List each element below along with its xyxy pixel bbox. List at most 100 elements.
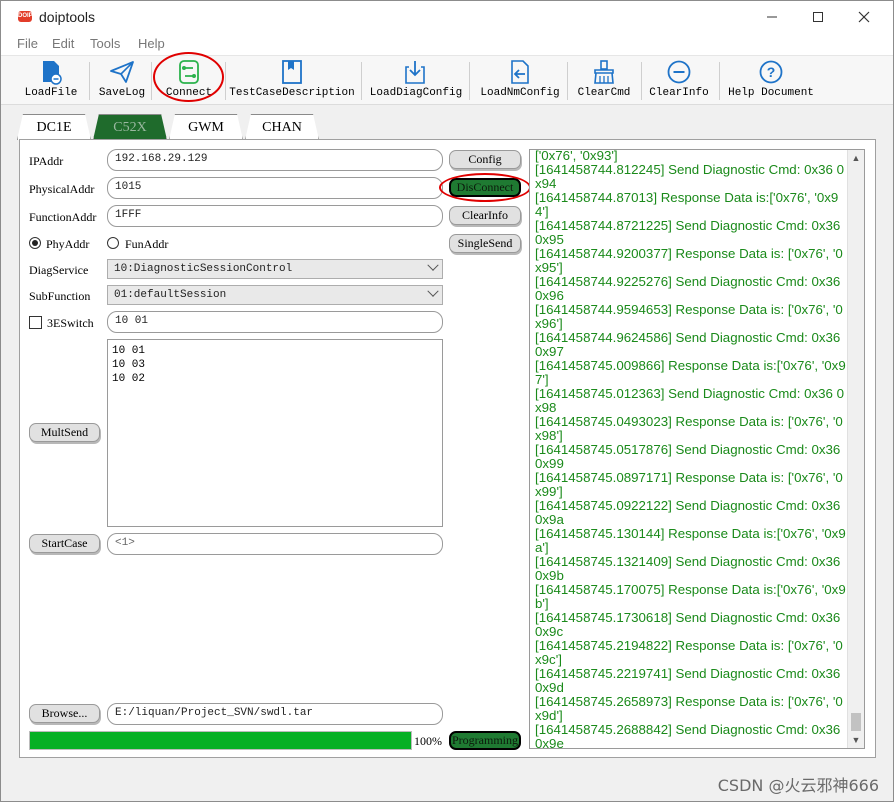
log-text: ['0x76', '0x93'] [1641458744.812245] Send… [535,149,847,748]
toolbar-load-nm-config-button[interactable]: LoadNmConfig [479,59,561,103]
scroll-down-icon[interactable]: ▼ [848,732,864,748]
progress-fill [30,732,411,749]
phyaddr-radio-label: PhyAddr [46,237,90,251]
menu-tools[interactable]: Tools [90,36,120,51]
toolbar-clearinfo-label: ClearInfo [649,87,709,99]
load-file-icon [38,59,64,85]
log-line: [1641458745.2658973] Response Data is: [… [535,694,843,723]
browse-path-field[interactable]: E:/liquan/Project_SVN/swdl.tar [107,703,443,725]
title-bar: DOIP doiptools [1,1,893,33]
physical-addr-label: PhysicalAddr [29,182,95,196]
minus-circle-icon [666,59,692,85]
app-window: DOIP doiptools File Edit Tools Help Load… [0,0,894,802]
watermark-text: CSDN @火云邪神666 [717,776,879,795]
toolbar-connect-button[interactable]: Connect [163,59,215,103]
load-diag-config-icon [403,59,429,85]
toolbar-clearcmd-button[interactable]: ClearCmd [576,59,632,103]
toolbar-testcase-description-button[interactable]: TestCaseDescription [229,59,355,103]
phyaddr-radio[interactable] [29,237,41,249]
tab-dc1e[interactable]: DC1E [17,114,91,140]
3eswitch-field[interactable]: 10 01 [107,311,443,333]
chevron-down-icon [427,285,439,297]
toolbar-loadfile-button[interactable]: LoadFile [25,59,77,103]
disconnect-button[interactable]: DisConnect [449,178,521,197]
close-icon [858,11,870,22]
single-send-button[interactable]: SingleSend [449,234,521,253]
broom-icon [591,59,617,85]
log-line: [1641458745.0922122] Send Diagnostic Cmd… [535,498,841,527]
toolbar-help-document-button[interactable]: ? Help Document [728,59,814,103]
toolbar-testcase-description-label: TestCaseDescription [229,87,355,99]
multi-command-textarea[interactable]: 10 01 10 03 10 02 [107,339,443,527]
connect-icon [176,59,202,85]
multi-command-line: 10 03 [112,359,146,371]
log-line: [1641458745.1730618] Send Diagnostic Cmd… [535,610,841,639]
maximize-icon [813,11,823,22]
log-scrollbar[interactable]: ▲ ▼ [847,150,864,748]
start-case-button[interactable]: StartCase [29,534,100,553]
3eswitch-checkbox[interactable] [29,316,42,329]
toolbar-savelog-label: SaveLog [98,87,146,99]
log-line: [1641458745.009866] Response Data is:['0… [535,358,846,387]
programming-progress-bar [29,731,412,750]
menu-help[interactable]: Help [138,36,165,51]
multi-command-line: 10 01 [112,345,146,357]
log-line: [1641458744.812245] Send Diagnostic Cmd:… [535,162,845,191]
toolbar-help-document-label: Help Document [728,87,814,99]
subfunction-label: SubFunction [29,289,91,303]
log-line: [1641458744.9594653] Response Data is: [… [535,302,843,331]
config-button[interactable]: Config [449,150,521,169]
log-line: ['0x76', '0x93'] [535,149,618,163]
tab-chan[interactable]: CHAN [245,114,319,140]
book-icon [279,59,305,85]
toolbar-loadfile-label: LoadFile [24,87,78,99]
scroll-thumb[interactable] [851,713,861,731]
toolbar-clearinfo-button[interactable]: ClearInfo [649,59,709,103]
toolbar-load-diag-config-button[interactable]: LoadDiagConfig [370,59,462,103]
log-line: [1641458744.87013] Response Data is:['0x… [535,190,839,219]
log-line: [1641458745.2194822] Response Data is: [… [535,638,843,667]
toolbar-savelog-button[interactable]: SaveLog [97,59,147,103]
close-button[interactable] [841,1,887,32]
chevron-down-icon [427,259,439,271]
clear-info-button[interactable]: ClearInfo [449,206,521,225]
svg-text:?: ? [767,64,776,80]
ipaddr-field[interactable]: 192.168.29.129 [107,149,443,171]
diag-service-select[interactable]: 10:DiagnosticSessionControl [107,259,443,279]
progress-percent-text: 100% [414,734,442,748]
log-line: [1641458745.0493023] Response Data is: [… [535,414,843,443]
subfunction-value: 01:defaultSession [114,289,227,301]
function-addr-field[interactable]: 1FFF [107,205,443,227]
tab-c52x[interactable]: C52X [93,114,167,140]
log-line: [1641458744.8721225] Send Diagnostic Cmd… [535,218,841,247]
physical-addr-field[interactable]: 1015 [107,177,443,199]
tab-gwm[interactable]: GWM [169,114,243,140]
menu-bar: File Edit Tools Help [1,33,893,55]
minimize-button[interactable] [749,1,795,32]
log-line: [1641458745.170075] Response Data is:['0… [535,582,846,611]
log-line: [1641458744.9200377] Response Data is: [… [535,246,843,275]
scroll-up-icon[interactable]: ▲ [848,150,864,166]
funaddr-radio[interactable] [107,237,119,249]
minimize-icon [767,16,777,17]
log-output-panel[interactable]: ['0x76', '0x93'] [1641458744.812245] Send… [529,149,865,749]
browse-button[interactable]: Browse... [29,704,100,723]
subfunction-select[interactable]: 01:defaultSession [107,285,443,305]
mult-send-button[interactable]: MultSend [29,423,100,442]
log-line: [1641458745.130144] Response Data is:['0… [535,526,846,555]
log-line: [1641458745.0517876] Send Diagnostic Cmd… [535,442,841,471]
toolbar-connect-label: Connect [165,87,213,99]
programming-button[interactable]: Programming [449,731,521,750]
start-case-field[interactable]: <1> [107,533,443,555]
diag-service-label: DiagService [29,263,89,277]
menu-edit[interactable]: Edit [52,36,74,51]
log-line: [1641458745.0897171] Response Data is: [… [535,470,843,499]
maximize-button[interactable] [795,1,841,32]
menu-file[interactable]: File [17,36,38,51]
3eswitch-label: 3ESwitch [47,316,94,330]
log-line: [1641458744.9624586] Send Diagnostic Cmd… [535,330,841,359]
send-plane-icon [109,59,135,85]
diag-service-value: 10:DiagnosticSessionControl [114,263,293,275]
ipaddr-label: IPAddr [29,154,64,168]
function-addr-label: FunctionAddr [29,210,97,224]
